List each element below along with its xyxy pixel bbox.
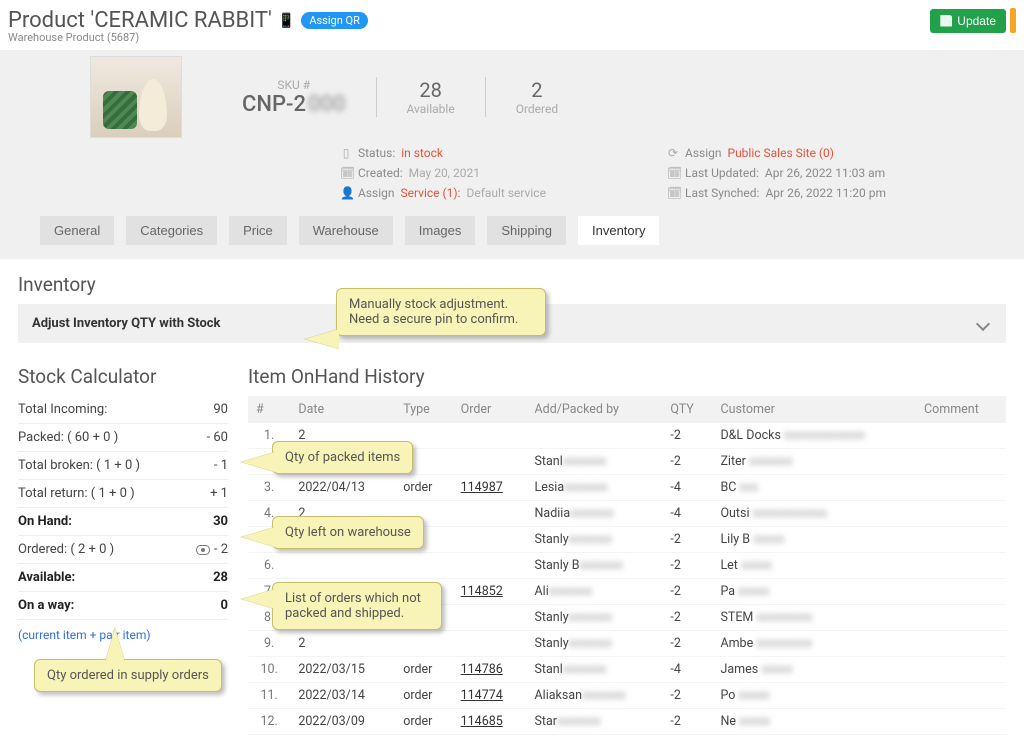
service-value: Default service [466,186,545,200]
adjust-label: Adjust Inventory QTY with Stock [32,316,221,331]
page-title: Product 'CERAMIC RABBIT' [8,8,272,33]
order-link[interactable]: 114987 [461,480,503,495]
calendar-icon: 🗓 [340,166,352,180]
calc-row: Available:28 [18,564,228,592]
sku-blurred: 000 [308,92,346,117]
person-icon: 👤 [340,186,352,200]
table-row[interactable]: 10.2022/03/15order114786Stanlxxxxxxx-4Ja… [248,657,1006,683]
tab-price[interactable]: Price [229,216,287,245]
ordered-label: Ordered [516,102,558,116]
table-row[interactable]: 9.2Stanlyxxxxxxx-2Ambe xxxxxxxxx [248,631,1006,657]
tooltip-packed: Qty of packed items [272,441,413,474]
tooltip-ordered: List of orders which not packed and ship… [272,582,442,630]
order-link[interactable]: 114685 [461,714,503,729]
sku-value: CNP-2 [242,92,306,117]
side-action[interactable] [1010,8,1016,33]
assign-site-link[interactable]: Public Sales Site (0) [728,146,834,160]
calc-row: Ordered: ( 2 + 0 )- 2 [18,536,228,564]
tab-warehouse[interactable]: Warehouse [299,216,393,245]
phone-icon: 📱 [278,13,295,29]
status-label: Status: [358,146,395,160]
tab-bar: General Categories Price Warehouse Images Shi… [10,210,659,255]
tooltip-adjust: Manually stock adjustment. Need a secure… [336,288,546,336]
calc-row: Packed: ( 60 + 0 )- 60 [18,424,228,452]
update-label: Update [957,14,996,28]
col-[interactable]: # [248,396,290,423]
available-label: Available [407,102,455,116]
tooltip-supply: Qty ordered in supply orders [34,659,222,692]
section-stock-calc: Stock Calculator [18,365,228,396]
breadcrumb: Warehouse Product (5687) [0,31,1024,50]
tooltip-onhand: Qty left on warehouse [272,516,424,549]
tab-shipping[interactable]: Shipping [487,216,566,245]
section-history: Item OnHand History [248,365,1006,396]
assign-qr-button[interactable]: Assign QR [301,12,368,29]
tab-inventory[interactable]: Inventory [578,216,659,245]
chevron-down-icon [976,316,990,330]
order-link[interactable]: 114852 [461,584,503,599]
calendar-icon: 🗓 [667,186,679,200]
synched-value: Apr 26, 2022 11:20 pm [765,186,886,200]
updated-label: Last Updated: [685,166,759,180]
calendar-icon: 🗓 [667,166,679,180]
update-button[interactable]: Update [930,9,1006,33]
order-link[interactable]: 114786 [461,662,503,677]
table-row[interactable]: 11.2022/03/14order114774Aliaksanxxxxxxx-… [248,683,1006,709]
table-row[interactable]: 12.2022/03/09order114685Starxxxxxxx-2Ne … [248,709,1006,735]
tab-categories[interactable]: Categories [126,216,217,245]
tab-general[interactable]: General [40,216,114,245]
order-link[interactable]: 114774 [461,688,503,703]
col-qty[interactable]: QTY [662,396,712,423]
refresh-icon: ⟳ [667,146,679,160]
assign-service-label: Assign [358,186,395,200]
col-order[interactable]: Order [453,396,527,423]
col-addpackedby[interactable]: Add/Packed by [527,396,663,423]
created-value: May 20, 2021 [409,166,480,180]
col-date[interactable]: Date [290,396,395,423]
calc-row: On a way:0 [18,592,228,620]
eye-icon[interactable] [196,545,210,555]
sku-label: SKU # [242,78,346,92]
synched-label: Last Synched: [685,186,759,200]
col-comment[interactable]: Comment [916,396,1006,423]
col-type[interactable]: Type [395,396,452,423]
col-customer[interactable]: Customer [712,396,916,423]
table-row[interactable]: 3.2022/04/13order114987Lesiaxxxxxxx-4BC … [248,475,1006,501]
calc-row: Total Incoming:90 [18,396,228,424]
product-image [90,56,182,138]
calc-row: On Hand:30 [18,508,228,536]
ordered-count: 2 [516,78,558,102]
calc-row: Total broken: ( 1 + 0 )- 1 [18,452,228,480]
status-value: in stock [401,146,443,160]
calc-row: Total return: ( 1 + 0 )+ 1 [18,480,228,508]
created-label: Created: [358,166,403,180]
box-icon: ▯ [340,146,352,160]
assign-site-label: Assign [685,146,722,160]
service-link[interactable]: Service (1): [401,186,461,200]
available-count: 28 [407,78,455,102]
table-row[interactable]: 6.Stanly Bxxxxxxx-2Let xxxxx [248,553,1006,579]
updated-value: Apr 26, 2022 11:03 am [765,166,885,180]
save-icon [940,15,952,27]
tab-images[interactable]: Images [405,216,476,245]
